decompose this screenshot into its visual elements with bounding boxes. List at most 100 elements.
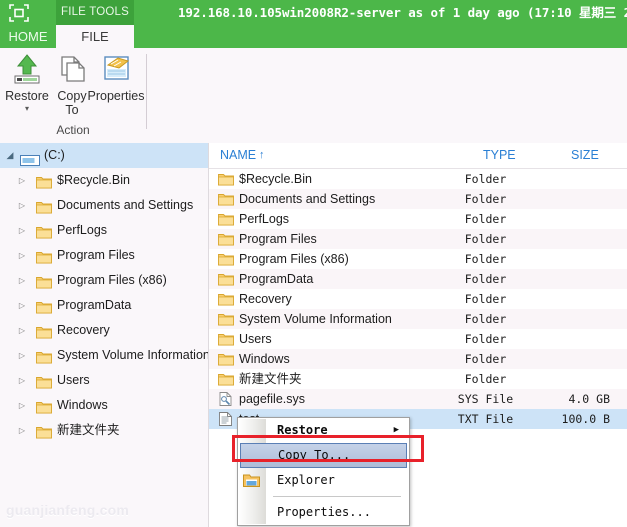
tree-item-label: Documents and Settings	[57, 198, 194, 212]
tree-item-label: System Volume Information	[57, 348, 208, 362]
table-row[interactable]: Program Files Folder	[209, 229, 627, 249]
folder-icon	[36, 373, 52, 389]
file-type-cell: SYS File	[457, 392, 514, 406]
tree-item-label: (C:)	[44, 148, 65, 162]
folder-icon	[218, 352, 234, 366]
tree-item[interactable]: ▷ PerfLogs	[0, 218, 208, 243]
menu-item[interactable]: Explorer	[238, 468, 409, 493]
ribbon-toolbar: Restore ▾ Copy To Properties Action	[0, 48, 627, 144]
table-row[interactable]: System Volume Information Folder	[209, 309, 627, 329]
folder-icon	[36, 298, 52, 314]
file-type-cell: Folder	[464, 292, 507, 306]
tree-item[interactable]: ▷ Program Files (x86)	[0, 268, 208, 293]
menu-item-label: Explorer	[277, 473, 335, 487]
folder-icon	[218, 272, 234, 286]
sys-file-icon	[218, 392, 233, 406]
file-tools-group-tab[interactable]: FILE TOOLS	[56, 0, 134, 25]
restore-window-icon[interactable]	[8, 3, 30, 23]
tree-item[interactable]: ▷ ProgramData	[0, 293, 208, 318]
properties-button-label: Properties	[87, 89, 145, 103]
menu-item[interactable]: Restore ▶	[238, 418, 409, 443]
tree-item-c-drive[interactable]: ◢ (C:)	[0, 143, 208, 168]
folder-icon	[36, 348, 52, 364]
submenu-arrow-icon[interactable]: ▶	[394, 418, 399, 443]
folder-icon	[218, 172, 234, 186]
folder-icon	[36, 223, 52, 239]
chevron-right-icon[interactable]: ▷	[16, 168, 28, 193]
window-title: 192.168.10.105win2008R2-server as of 1 d…	[178, 5, 627, 20]
tree-item-label: $Recycle.Bin	[57, 173, 130, 187]
chevron-right-icon[interactable]: ▷	[16, 243, 28, 268]
tree-item[interactable]: ▷ Users	[0, 368, 208, 393]
file-type-cell: Folder	[464, 192, 507, 206]
column-header-size[interactable]: SIZE	[571, 143, 599, 168]
context-menu[interactable]: Restore ▶ Copy To... Explorer Properties...	[237, 417, 410, 526]
table-row[interactable]: Windows Folder	[209, 349, 627, 369]
chevron-right-icon[interactable]: ▷	[16, 393, 28, 418]
ribbon-group-action: Restore ▾ Copy To Properties Action	[0, 48, 146, 142]
restore-button[interactable]: Restore ▾	[2, 52, 52, 114]
menu-item-label: Restore	[277, 423, 328, 437]
chevron-right-icon[interactable]: ▷	[16, 343, 28, 368]
file-restore-window: FILE TOOLS 192.168.10.105win2008R2-serve…	[0, 0, 627, 527]
chevron-right-icon[interactable]: ▷	[16, 318, 28, 343]
folder-icon	[218, 192, 234, 206]
table-row[interactable]: Program Files (x86) Folder	[209, 249, 627, 269]
chevron-right-icon[interactable]: ▷	[16, 368, 28, 393]
tree-item[interactable]: ▷ System Volume Information	[0, 343, 208, 368]
menu-item-label: Copy To...	[278, 448, 351, 462]
tree-item-label: Program Files (x86)	[57, 273, 167, 287]
table-row[interactable]: Recovery Folder	[209, 289, 627, 309]
tab-file[interactable]: FILE	[56, 25, 134, 48]
chevron-right-icon[interactable]: ▷	[16, 418, 28, 443]
menu-item[interactable]: Properties...	[238, 500, 409, 525]
table-row[interactable]: pagefile.sys SYS File 4.0 GB	[209, 389, 627, 409]
file-name-cell: Windows	[239, 352, 290, 366]
table-row[interactable]: Documents and Settings Folder	[209, 189, 627, 209]
chevron-down-icon[interactable]: ▾	[2, 104, 52, 114]
folder-icon	[218, 252, 234, 266]
properties-button[interactable]: Properties	[86, 52, 146, 103]
tree-item[interactable]: ▷ Windows	[0, 393, 208, 418]
tree-item[interactable]: ▷ Program Files	[0, 243, 208, 268]
chevron-right-icon[interactable]: ▷	[16, 193, 28, 218]
table-row[interactable]: ProgramData Folder	[209, 269, 627, 289]
column-header-name[interactable]: NAME	[220, 143, 256, 168]
tree-item[interactable]: ▷ Documents and Settings	[0, 193, 208, 218]
ribbon-group-label: Action	[56, 123, 90, 137]
file-size-cell: 100.0 B	[561, 412, 610, 426]
tree-item[interactable]: ▷ 新建文件夹	[0, 418, 208, 443]
column-header-type[interactable]: TYPE	[483, 143, 516, 168]
file-name-cell: 新建文件夹	[239, 372, 302, 386]
tree-item[interactable]: ▷ $Recycle.Bin	[0, 168, 208, 193]
file-type-cell: Folder	[464, 172, 507, 186]
chevron-right-icon[interactable]: ▷	[16, 218, 28, 243]
file-type-cell: Folder	[464, 252, 507, 266]
table-row[interactable]: 新建文件夹 Folder	[209, 369, 627, 389]
chevron-right-icon[interactable]: ▷	[16, 268, 28, 293]
menu-separator	[273, 496, 401, 497]
file-name-cell: Program Files (x86)	[239, 252, 349, 266]
folder-tree-sidebar[interactable]: ◢ (C:) ▷ $Recycle.Bin ▷ Documents and Setti…	[0, 143, 208, 527]
sort-ascending-icon[interactable]: ↑	[259, 143, 265, 168]
folder-icon	[218, 312, 234, 326]
menu-item[interactable]: Copy To...	[240, 443, 407, 468]
tab-home[interactable]: HOME	[0, 25, 56, 48]
tree-item[interactable]: ▷ Recovery	[0, 318, 208, 343]
folder-icon	[36, 398, 52, 414]
table-row[interactable]: $Recycle.Bin Folder	[209, 169, 627, 189]
tree-item-label: Windows	[57, 398, 108, 412]
folder-icon	[218, 232, 234, 246]
chevron-right-icon[interactable]: ▷	[16, 293, 28, 318]
file-name-cell: Recovery	[239, 292, 292, 306]
tree-item-label: ProgramData	[57, 298, 132, 312]
table-row[interactable]: PerfLogs Folder	[209, 209, 627, 229]
table-row[interactable]: Users Folder	[209, 329, 627, 349]
chevron-expanded-icon[interactable]: ◢	[4, 143, 16, 168]
tree-item-label: 新建文件夹	[57, 423, 120, 437]
folder-icon	[218, 212, 234, 226]
menu-item-label: Properties...	[277, 505, 371, 519]
folder-icon	[218, 292, 234, 306]
tree-item-label: Program Files	[57, 248, 135, 262]
folder-icon	[36, 198, 52, 214]
